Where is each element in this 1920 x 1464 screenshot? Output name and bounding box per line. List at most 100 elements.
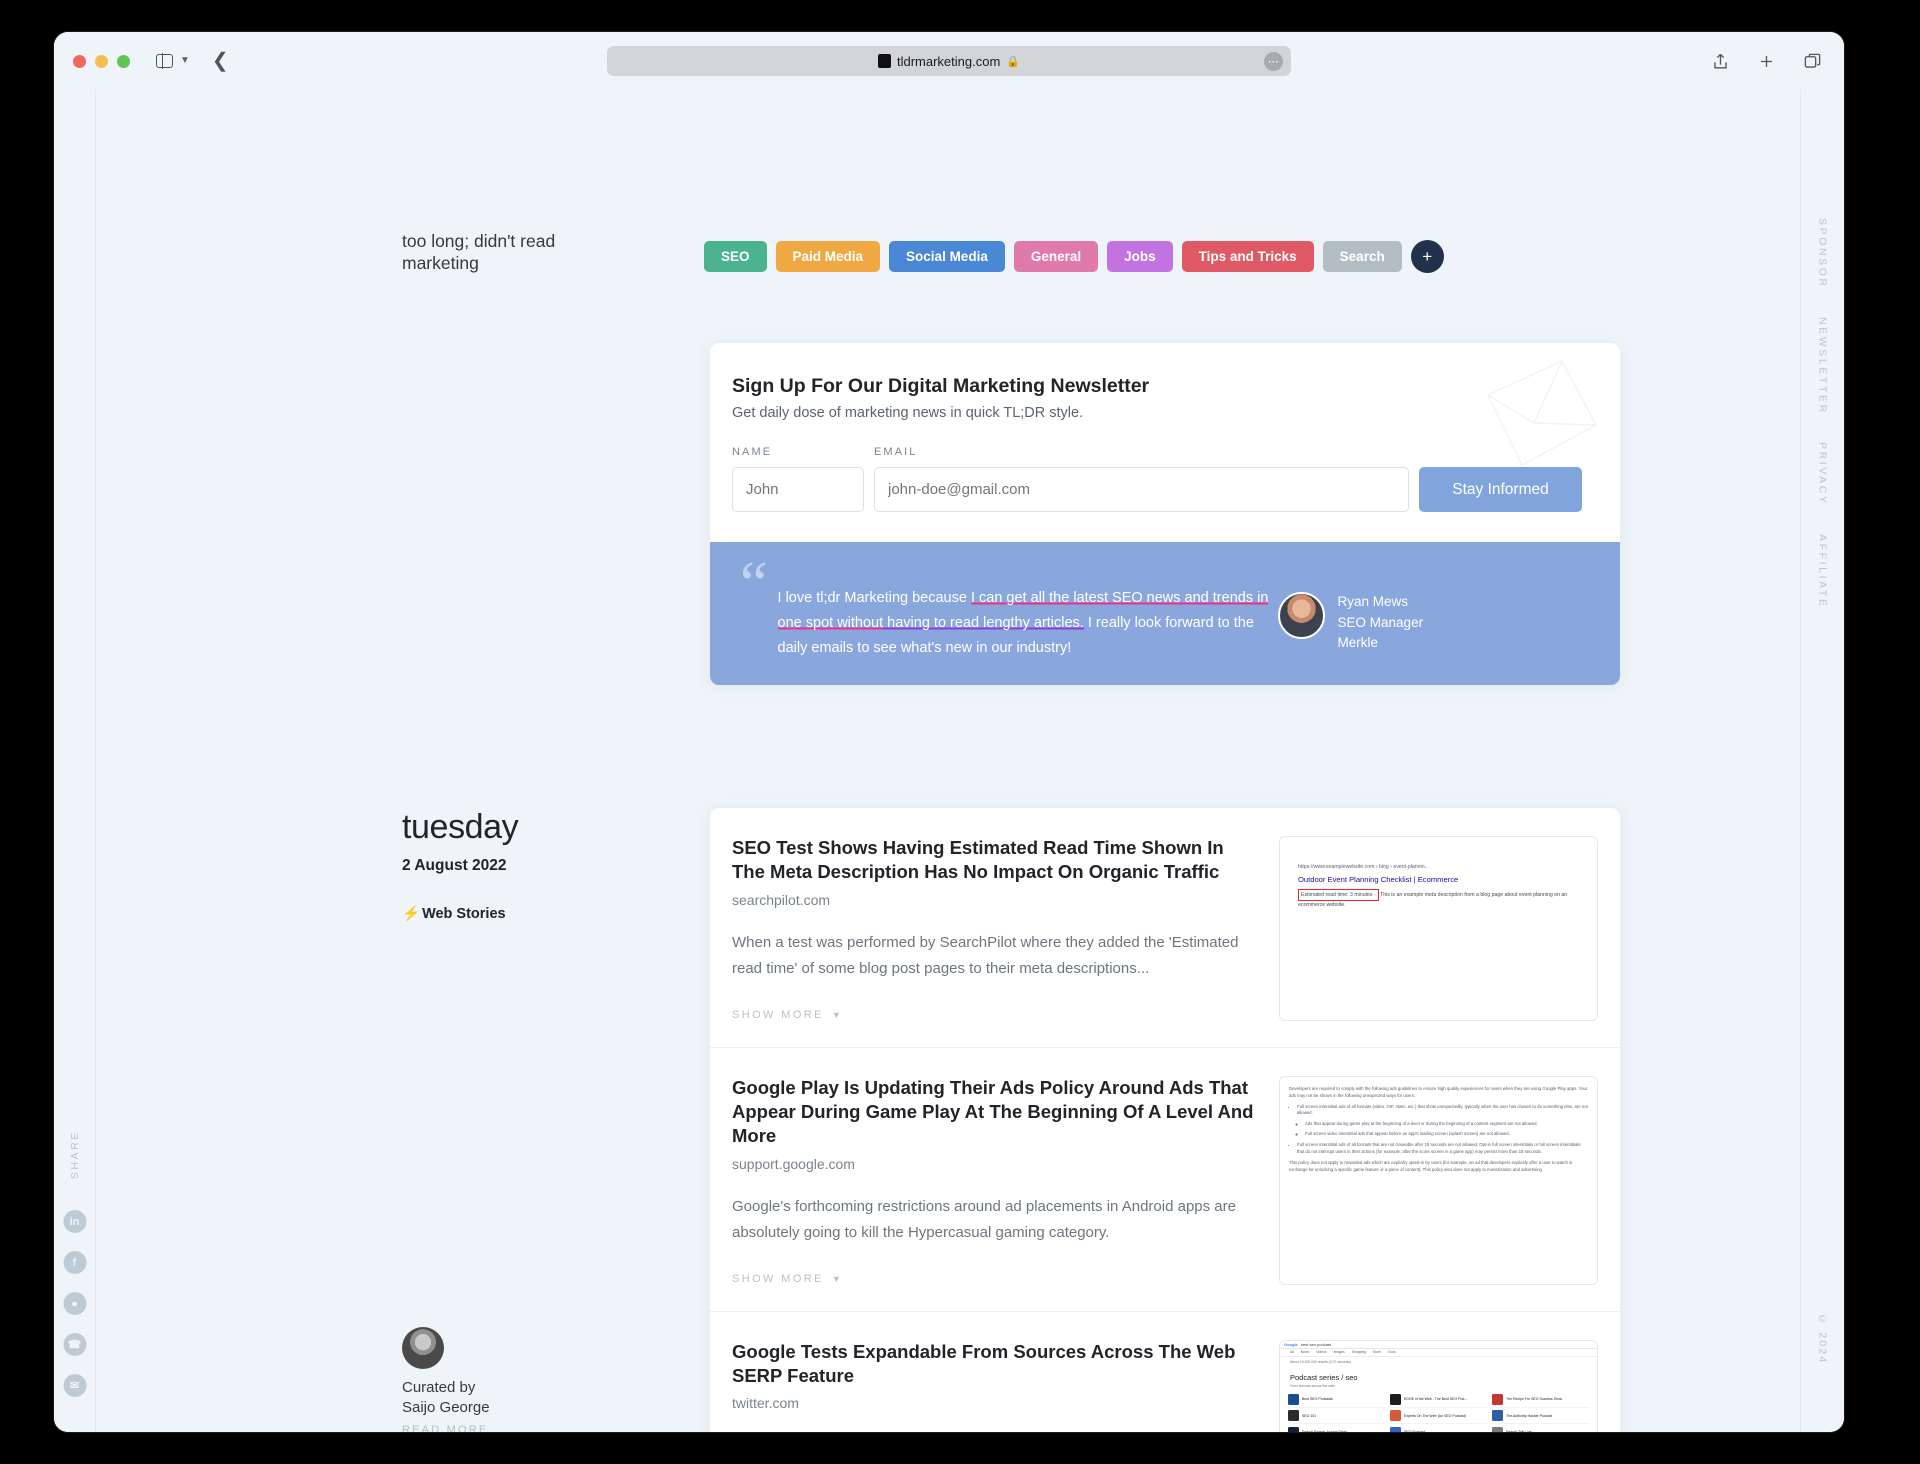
whatsapp-icon[interactable]: ☎ (63, 1333, 86, 1356)
policy-outro: This policy does not apply to rewarded a… (1289, 1160, 1573, 1173)
snippet-headline: Outdoor Event Planning Checklist | Ecomm… (1298, 875, 1459, 885)
list-item: Full screen interstitial ads of all form… (1297, 1104, 1588, 1118)
article-title[interactable]: Google Play Is Updating Their Ads Policy… (732, 1076, 1261, 1149)
nav-button-seo[interactable]: SEO (704, 241, 767, 272)
nav-button-social-media[interactable]: Social Media (889, 241, 1005, 272)
email-field-group: EMAIL (874, 446, 1409, 512)
serp-tabs: All News Videos Images Shopping More Too… (1280, 1349, 1597, 1357)
facebook-icon[interactable]: f (63, 1251, 86, 1274)
minimize-button[interactable] (95, 54, 108, 68)
serp-podcast-grid: Best SEO Podcasts EDGE of the Web - The … (1280, 1392, 1597, 1432)
name-input[interactable] (732, 467, 864, 512)
chevron-down-icon: ▼ (831, 1273, 844, 1284)
podcast-thumb-icon (1288, 1410, 1299, 1422)
article-source: twitter.com (732, 1395, 799, 1412)
back-button[interactable]: ❮ (212, 51, 229, 71)
curator-name: Curated by Saijo George (402, 1378, 622, 1418)
address-bar[interactable]: tldrmarketing.com 🔒 ⋯ (607, 46, 1291, 76)
article-description: When a test was performed by SearchPilot… (732, 933, 1239, 978)
maximize-button[interactable] (117, 54, 130, 68)
testimonial-author-role: SEO Manager (1337, 614, 1424, 630)
article-title[interactable]: SEO Test Shows Having Estimated Read Tim… (732, 836, 1261, 885)
browser-titlebar: ▼ ❮ tldrmarketing.com 🔒 ⋯ (54, 32, 1844, 90)
table-row: SEO Test Shows Having Estimated Read Tim… (710, 808, 1620, 1048)
tab-videos: Videos (1316, 1350, 1327, 1355)
sidebar-toggle-button[interactable]: ▼ (156, 53, 190, 69)
article-thumbnail[interactable]: Developers are required to comply with t… (1279, 1075, 1598, 1285)
close-button[interactable] (73, 54, 86, 68)
list-item: Search Engine Journal Show (1288, 1424, 1385, 1432)
podcast-thumb-icon (1390, 1393, 1401, 1405)
email-input[interactable] (874, 467, 1409, 512)
web-stories-link[interactable]: ⚡ Web Stories (402, 905, 652, 923)
snippet-url: https://www.examplewebsite.com › blog › … (1298, 864, 1429, 870)
curator-line1: Curated by (402, 1379, 476, 1396)
sidebar-icon (156, 53, 173, 69)
nav-button-general[interactable]: General (1013, 241, 1099, 272)
nav-button-paid-media[interactable]: Paid Media (775, 241, 881, 272)
curator-block: Curated by Saijo George READ MORE (402, 1327, 622, 1432)
policy-text-preview: Developers are required to comply with t… (1280, 1077, 1597, 1184)
article-list: SEO Test Shows Having Estimated Read Tim… (710, 808, 1620, 1432)
article-main: SEO Test Shows Having Estimated Read Tim… (732, 836, 1279, 1021)
share-icon[interactable] (1711, 52, 1730, 71)
snippet-highlight: Estimated read time: 3 minutes - (1298, 888, 1379, 901)
rail-link-privacy[interactable]: PRIVACY (1817, 442, 1829, 506)
share-label: SHARE (68, 1130, 81, 1180)
article-thumbnail[interactable]: https://www.examplewebsite.com › blog › … (1279, 836, 1598, 1021)
tab-images: Images (1333, 1350, 1345, 1355)
table-row: Google Tests Expandable From Sources Acr… (710, 1312, 1620, 1432)
site-logo[interactable]: too long; didn't read marketing (402, 230, 622, 275)
serp-heading: Podcast series / seo (1290, 1372, 1358, 1382)
chevron-down-icon[interactable]: ▼ (180, 56, 190, 66)
podcast-label: Experts On The Wire (An SEO Podcast) (1404, 1413, 1467, 1418)
tab-tools: Tools (1387, 1350, 1396, 1355)
bolt-icon: ⚡ (402, 906, 421, 922)
add-button[interactable]: + (1410, 240, 1444, 273)
page-menu-icon[interactable]: ⋯ (1264, 51, 1283, 71)
window-controls[interactable] (73, 54, 130, 68)
article-main: Google Play Is Updating Their Ads Policy… (732, 1076, 1279, 1285)
article-main: Google Tests Expandable From Sources Acr… (732, 1340, 1279, 1432)
show-more-button[interactable]: SHOW MORE ▼ (732, 1273, 1261, 1285)
rail-link-list: SPONSOR NEWSLETTER PRIVACY AFFILIATE (1817, 218, 1829, 637)
article-title[interactable]: Google Tests Expandable From Sources Acr… (732, 1340, 1261, 1389)
rail-link-sponsor[interactable]: SPONSOR (1817, 218, 1829, 289)
show-more-button[interactable]: SHOW MORE ▼ (732, 1009, 1261, 1021)
serp-grid-preview: Google best seo podcast All News Videos … (1280, 1341, 1597, 1432)
copyright-text: © 2024 (1816, 1312, 1829, 1364)
podcast-label: EDGE of the Web - The Best SEO Pod... (1404, 1397, 1468, 1402)
rail-link-newsletter[interactable]: NEWSLETTER (1817, 317, 1829, 415)
testimonial-author-company: Merkle (1337, 635, 1379, 651)
list-item: Ads that appear during game play at the … (1305, 1121, 1588, 1128)
article-thumbnail[interactable]: Google best seo podcast All News Videos … (1279, 1339, 1598, 1432)
nav-button-jobs[interactable]: Jobs (1107, 241, 1173, 272)
testimonial-author-block: Ryan Mews SEO Manager Merkle (1277, 592, 1424, 654)
policy-subbullets: Ads that appear during game play at the … (1305, 1121, 1588, 1138)
testimonial-author-name: Ryan Mews (1337, 594, 1409, 609)
list-item: Best SEO Podcasts (1288, 1392, 1385, 1408)
podcast-thumb-icon (1492, 1393, 1503, 1405)
list-item: EDGE of the Web - The Best SEO Pod... (1390, 1392, 1487, 1408)
quote-mark-icon: “ (740, 550, 768, 618)
nav-button-search[interactable]: Search (1322, 241, 1402, 272)
tab-overview-icon[interactable] (1803, 52, 1822, 71)
email-icon[interactable]: ✉ (63, 1374, 86, 1397)
show-more-label: SHOW MORE (732, 1272, 824, 1285)
favicon-icon (877, 54, 891, 68)
twitter-icon[interactable]: ● (63, 1292, 86, 1315)
rail-link-affiliate[interactable]: AFFILIATE (1817, 534, 1829, 609)
curator-avatar (402, 1327, 444, 1369)
nav-button-tips-and-tricks[interactable]: Tips and Tricks (1181, 241, 1314, 272)
podcast-label: SEO 101 (1302, 1413, 1317, 1418)
right-nav-rail: SPONSOR NEWSLETTER PRIVACY AFFILIATE © 2… (1800, 90, 1844, 1432)
avatar (1277, 592, 1325, 639)
category-nav: SEO Paid Media Social Media General Jobs… (704, 240, 1444, 273)
podcast-thumb-icon (1492, 1410, 1503, 1422)
curator-read-more[interactable]: READ MORE (402, 1424, 622, 1432)
email-label: EMAIL (874, 446, 918, 458)
linkedin-icon[interactable]: in (63, 1210, 86, 1233)
toolbar-right (1711, 52, 1822, 71)
new-tab-icon[interactable] (1757, 52, 1776, 71)
list-item: Full screen video interstitial ads that … (1305, 1131, 1588, 1138)
